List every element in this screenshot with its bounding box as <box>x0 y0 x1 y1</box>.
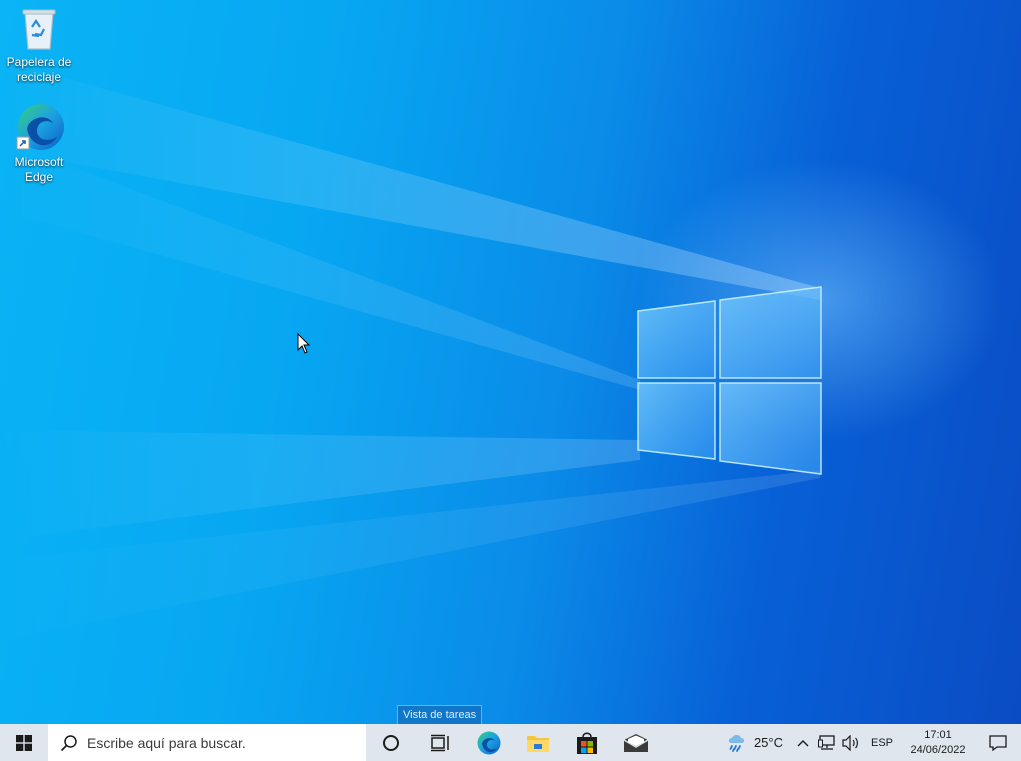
wallpaper-windows-logo <box>637 286 822 475</box>
store-button[interactable] <box>562 724 611 761</box>
task-view-icon <box>430 734 449 751</box>
recycle-bin-icon <box>22 9 56 50</box>
mail-button[interactable] <box>611 724 660 761</box>
desktop[interactable]: Papelera de reciclaje Microsoft Edge Vis… <box>0 0 1021 724</box>
weather-widget[interactable]: 25°C <box>722 733 791 753</box>
search-icon <box>60 734 77 751</box>
volume-button[interactable] <box>839 724 863 761</box>
network-icon <box>817 734 835 750</box>
rain-cloud-icon <box>728 734 745 752</box>
desktop-icon-label: reciclaje <box>16 70 61 84</box>
store-bag-icon <box>576 732 597 754</box>
mouse-cursor-icon <box>297 333 311 354</box>
edge-icon <box>477 731 500 754</box>
clock[interactable]: 17:01 24/06/2022 <box>901 728 975 758</box>
task-view-button[interactable] <box>415 724 464 761</box>
desktop-icon-label: Papelera de <box>6 55 72 69</box>
chevron-up-icon <box>797 739 809 746</box>
desktop-icon-edge[interactable]: Microsoft Edge <box>2 101 76 185</box>
system-tray: 25°C ESP 17:01 24/06/2022 <box>722 724 1021 761</box>
search-placeholder: Escribe aquí para buscar. <box>87 734 246 751</box>
clock-date: 24/06/2022 <box>910 743 966 756</box>
taskbar: Escribe aquí para buscar. 25°C ESP 17:01… <box>0 724 1021 761</box>
weather-temperature: 25°C <box>753 735 783 750</box>
windows-logo-icon <box>16 734 32 751</box>
start-button[interactable] <box>0 724 48 761</box>
desktop-icon-label: Microsoft <box>14 155 64 169</box>
network-button[interactable] <box>815 724 839 761</box>
notification-center-button[interactable] <box>975 724 1021 761</box>
edge-icon <box>16 104 64 150</box>
folder-icon <box>526 735 549 752</box>
input-language-indicator[interactable]: ESP <box>863 737 901 749</box>
cortana-button[interactable] <box>366 724 415 761</box>
file-explorer-button[interactable] <box>513 724 562 761</box>
desktop-icon-label: Edge <box>24 170 54 184</box>
clock-time: 17:01 <box>924 728 952 741</box>
circle-icon <box>382 734 399 751</box>
desktop-icon-recycle-bin[interactable]: Papelera de reciclaje <box>2 5 76 85</box>
edge-taskbar-button[interactable] <box>464 724 513 761</box>
speaker-icon <box>842 734 858 751</box>
show-hidden-icons-button[interactable] <box>791 724 815 761</box>
task-view-tooltip: Vista de tareas <box>397 705 483 724</box>
search-input[interactable]: Escribe aquí para buscar. <box>48 724 366 761</box>
mail-icon <box>623 733 648 752</box>
notification-icon <box>989 734 1007 751</box>
